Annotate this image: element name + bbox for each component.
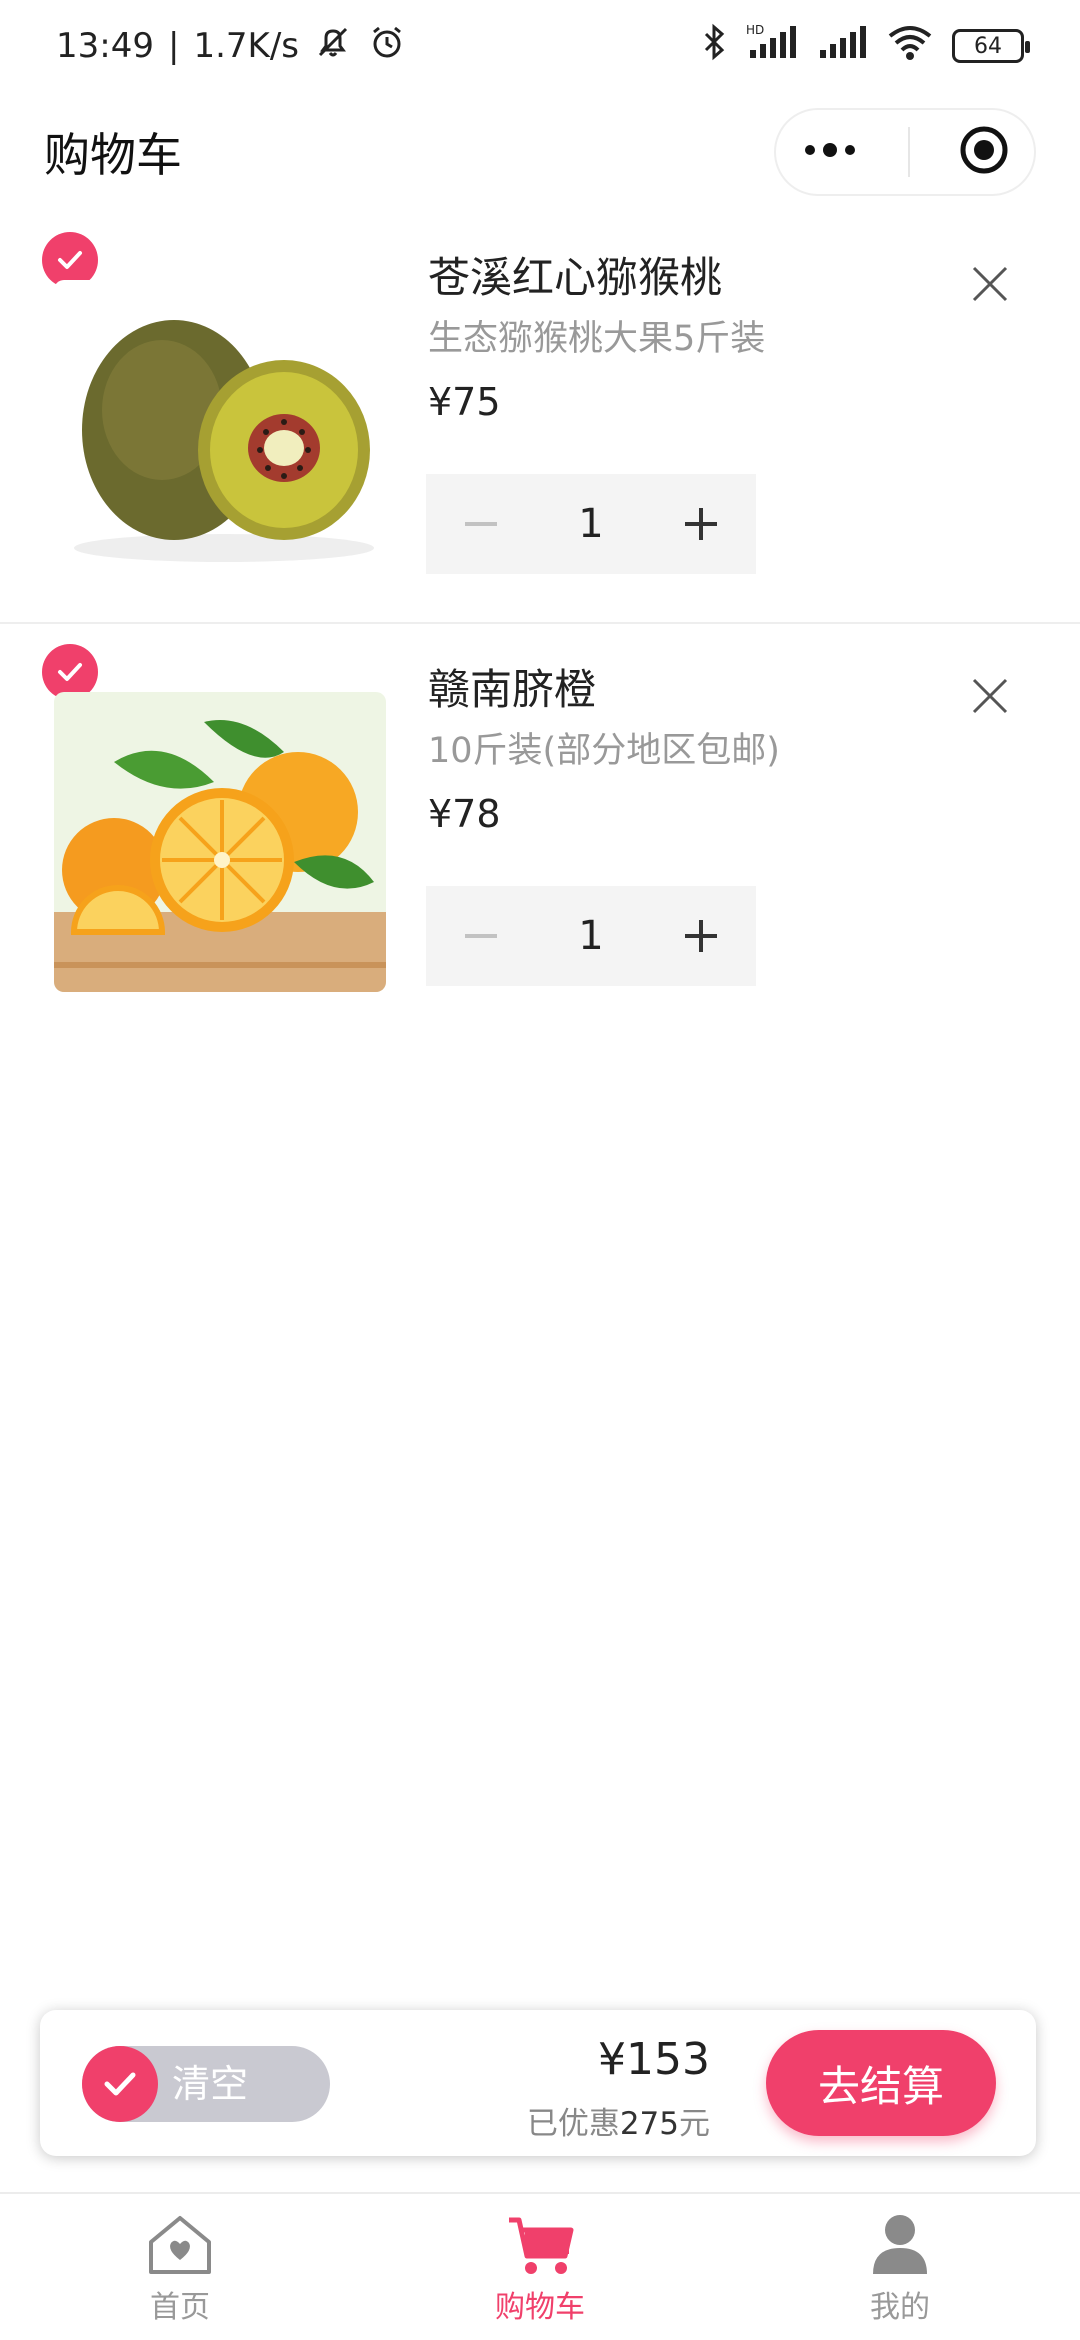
- item-description: 生态猕猴桃大果5斤装: [428, 319, 766, 359]
- svg-text:HD: HD: [746, 23, 764, 37]
- status-network-speed: 1.7K/s: [193, 26, 299, 66]
- tab-mine[interactable]: 我的: [720, 2194, 1080, 2340]
- user-icon: [873, 2215, 927, 2274]
- quantity-value[interactable]: 1: [536, 501, 646, 547]
- clear-cart-button[interactable]: 清空: [172, 2046, 248, 2122]
- item-name[interactable]: 赣南脐橙: [428, 656, 596, 717]
- checkout-button[interactable]: 去结算: [766, 2030, 996, 2136]
- increase-button[interactable]: [646, 474, 756, 574]
- quantity-stepper: 1: [426, 886, 756, 986]
- status-time: 13:49: [56, 26, 154, 66]
- battery-icon: 64: [952, 29, 1030, 63]
- checkmark-icon: [58, 251, 82, 269]
- close-miniprogram-icon[interactable]: [958, 124, 1010, 180]
- remove-item-button[interactable]: [962, 668, 1018, 724]
- cart-page: 13:49 | 1.7K/s HD 64 购物车 苍溪红心猕猴桃 生态猕猴桃大果…: [0, 0, 1080, 2340]
- discount-suffix: 元: [679, 2106, 710, 2142]
- more-dots-icon[interactable]: [800, 140, 860, 164]
- tab-label: 首页: [150, 2290, 210, 2325]
- bluetooth-icon: [700, 22, 728, 71]
- item-name[interactable]: 苍溪红心猕猴桃: [428, 244, 722, 305]
- battery-level: 64: [974, 33, 1002, 59]
- capsule-divider: [908, 127, 910, 177]
- select-all-checkbox[interactable]: [82, 2046, 158, 2122]
- checkmark-icon: [58, 663, 82, 681]
- item-description: 10斤装(部分地区包邮): [428, 731, 780, 771]
- hd-signal-icon: HD: [746, 22, 800, 71]
- status-left: 13:49 | 1.7K/s: [56, 22, 407, 71]
- cart-item: 赣南脐橙 10斤装(部分地区包邮) ¥78 1: [0, 624, 1080, 1036]
- kiwi-fruit-image[interactable]: [54, 280, 386, 580]
- tab-label: 购物车: [495, 2290, 585, 2325]
- close-icon: [972, 678, 1008, 714]
- quantity-stepper: 1: [426, 474, 756, 574]
- cart-icon: [509, 2217, 574, 2274]
- alarm-icon: [367, 22, 407, 71]
- item-price: ¥78: [428, 792, 501, 836]
- checkout-bar: 清空 ¥153 已优惠275元 去结算: [40, 2010, 1036, 2156]
- signal-icon: [818, 22, 868, 71]
- page-title: 购物车: [44, 128, 182, 182]
- item-price: ¥75: [428, 380, 501, 424]
- close-icon: [972, 266, 1008, 302]
- status-separator: |: [167, 26, 180, 66]
- decrease-button[interactable]: [426, 886, 536, 986]
- remove-item-button[interactable]: [962, 256, 1018, 312]
- checkmark-icon: [104, 2072, 136, 2096]
- discount-prefix: 已优惠: [526, 2106, 620, 2142]
- home-icon: [149, 2216, 211, 2274]
- tab-home[interactable]: 首页: [0, 2194, 360, 2340]
- tab-label: 我的: [870, 2290, 930, 2325]
- wifi-icon: [886, 22, 934, 71]
- total-price: ¥153: [598, 2034, 710, 2085]
- select-all-toggle[interactable]: 清空: [82, 2046, 330, 2122]
- increase-button[interactable]: [646, 886, 756, 986]
- miniprogram-capsule: [774, 108, 1036, 196]
- mute-bell-icon: [313, 22, 353, 71]
- status-bar: 13:49 | 1.7K/s HD 64: [0, 0, 1080, 92]
- plus-icon: [685, 508, 717, 540]
- plus-icon: [685, 920, 717, 952]
- navel-orange-image[interactable]: [54, 692, 386, 992]
- discount-amount: 275: [619, 2106, 679, 2142]
- discount-text: 已优惠275元: [527, 2098, 710, 2143]
- cart-item: 苍溪红心猕猴桃 生态猕猴桃大果5斤装 ¥75 1: [0, 212, 1080, 624]
- status-right: HD 64: [700, 22, 1030, 71]
- minus-icon: [465, 522, 497, 526]
- tab-cart[interactable]: 购物车: [360, 2194, 720, 2340]
- tab-bar: 首页 购物车 我的: [0, 2192, 1080, 2340]
- decrease-button[interactable]: [426, 474, 536, 574]
- quantity-value[interactable]: 1: [536, 913, 646, 959]
- minus-icon: [465, 934, 497, 938]
- header: 购物车: [0, 92, 1080, 212]
